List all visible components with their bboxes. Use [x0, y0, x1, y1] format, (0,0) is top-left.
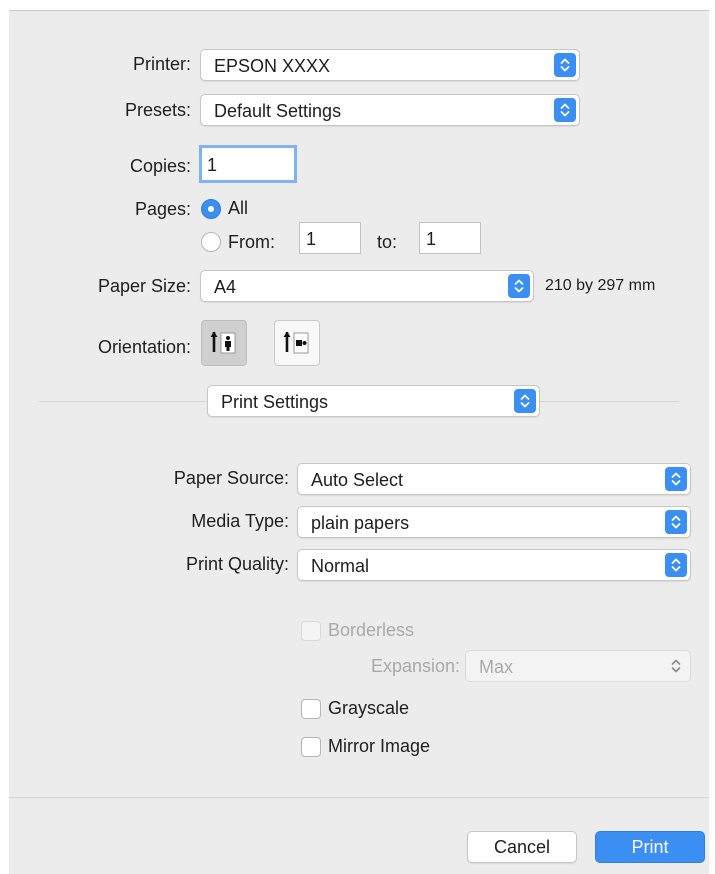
print-quality-popup[interactable]: Normal	[297, 549, 691, 581]
borderless-checkbox[interactable]	[301, 621, 321, 641]
paper-size-value: A4	[214, 277, 237, 297]
paper-source-label: Paper Source:	[173, 468, 289, 488]
grayscale-label: Grayscale	[328, 698, 410, 718]
expansion-label: Expansion:	[370, 656, 460, 676]
paper-source-popup[interactable]: Auto Select	[297, 463, 691, 495]
landscape-orientation-button[interactable]	[274, 320, 320, 366]
presets-value: Default Settings	[214, 101, 342, 121]
chevron-updown-icon	[665, 467, 687, 491]
orientation-label: Orientation:	[97, 337, 191, 357]
copies-field[interactable]: 1	[199, 145, 297, 183]
pages-all-radio[interactable]	[201, 199, 221, 219]
separator	[540, 401, 679, 402]
print-quality-value: Normal	[311, 556, 370, 576]
panel-menu-popup[interactable]: Print Settings	[207, 385, 540, 417]
media-type-popup[interactable]: plain papers	[297, 506, 691, 538]
print-button[interactable]: Print	[595, 831, 705, 863]
pages-to-value: 1	[426, 229, 437, 249]
chevron-updown-icon	[554, 53, 576, 77]
pages-to-field[interactable]: 1	[419, 222, 481, 254]
landscape-orientation-icon	[283, 331, 309, 354]
presets-label: Presets:	[124, 100, 191, 120]
media-type-label: Media Type:	[191, 511, 289, 531]
chevron-updown-icon	[554, 98, 576, 122]
mirror-image-label: Mirror Image	[328, 736, 431, 756]
printer-value: EPSON XXXX	[214, 56, 331, 76]
chevron-updown-icon	[514, 389, 536, 413]
panel-menu-value: Print Settings	[221, 392, 329, 412]
paper-size-popup[interactable]: A4	[200, 270, 534, 302]
media-type-value: plain papers	[311, 513, 410, 533]
portrait-orientation-icon	[210, 331, 236, 354]
copies-label: Copies:	[129, 156, 191, 176]
chevron-updown-icon	[665, 553, 687, 577]
paper-size-label: Paper Size:	[97, 276, 191, 296]
paper-source-value: Auto Select	[311, 470, 404, 490]
presets-popup[interactable]: Default Settings	[200, 94, 580, 126]
chevron-updown-icon	[665, 654, 687, 678]
portrait-orientation-button[interactable]	[201, 320, 247, 366]
mirror-image-checkbox[interactable]	[301, 737, 321, 757]
pages-from-radio[interactable]	[201, 232, 221, 252]
separator	[9, 797, 709, 798]
print-dialog: Printer: EPSON XXXX Presets: Default Set…	[9, 10, 709, 874]
pages-from-field[interactable]: 1	[299, 222, 361, 254]
borderless-label: Borderless	[328, 620, 415, 640]
expansion-popup[interactable]: Max	[465, 650, 691, 682]
pages-to-label: to:	[377, 232, 398, 252]
copies-value: 1	[207, 155, 218, 175]
separator	[39, 401, 207, 402]
pages-from-value: 1	[306, 229, 317, 249]
paper-size-dimensions: 210 by 297 mm	[545, 277, 656, 294]
pages-from-label: From:	[228, 232, 275, 252]
grayscale-checkbox[interactable]	[301, 699, 321, 719]
pages-label: Pages:	[134, 199, 191, 219]
chevron-updown-icon	[665, 510, 687, 534]
printer-label: Printer:	[132, 54, 191, 74]
printer-popup[interactable]: EPSON XXXX	[200, 49, 580, 81]
chevron-updown-icon	[508, 274, 530, 298]
expansion-value: Max	[479, 657, 514, 677]
pages-all-label: All	[228, 198, 249, 218]
cancel-button[interactable]: Cancel	[467, 831, 577, 863]
print-quality-label: Print Quality:	[185, 554, 289, 574]
